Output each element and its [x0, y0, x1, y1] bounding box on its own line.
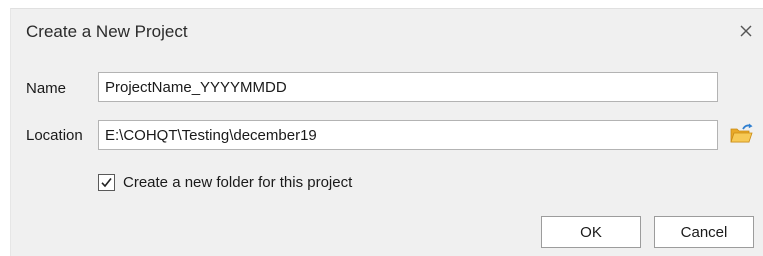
- create-project-dialog: Create a New Project Name Location Creat…: [10, 8, 763, 256]
- close-button[interactable]: [735, 20, 757, 42]
- create-folder-label: Create a new folder for this project: [123, 173, 353, 191]
- location-label: Location: [26, 127, 83, 144]
- location-input[interactable]: [98, 120, 718, 150]
- ok-button[interactable]: OK: [541, 216, 641, 248]
- folder-browse-icon: [730, 123, 753, 143]
- create-folder-option[interactable]: Create a new folder for this project: [98, 171, 352, 193]
- close-icon: [740, 25, 752, 37]
- browse-folder-button[interactable]: [729, 122, 755, 146]
- dialog-title: Create a New Project: [26, 22, 188, 41]
- cancel-button[interactable]: Cancel: [654, 216, 754, 248]
- checkmark-icon: [101, 177, 112, 187]
- name-input[interactable]: [98, 72, 718, 102]
- name-label: Name: [26, 80, 67, 97]
- create-folder-checkbox[interactable]: [98, 173, 115, 191]
